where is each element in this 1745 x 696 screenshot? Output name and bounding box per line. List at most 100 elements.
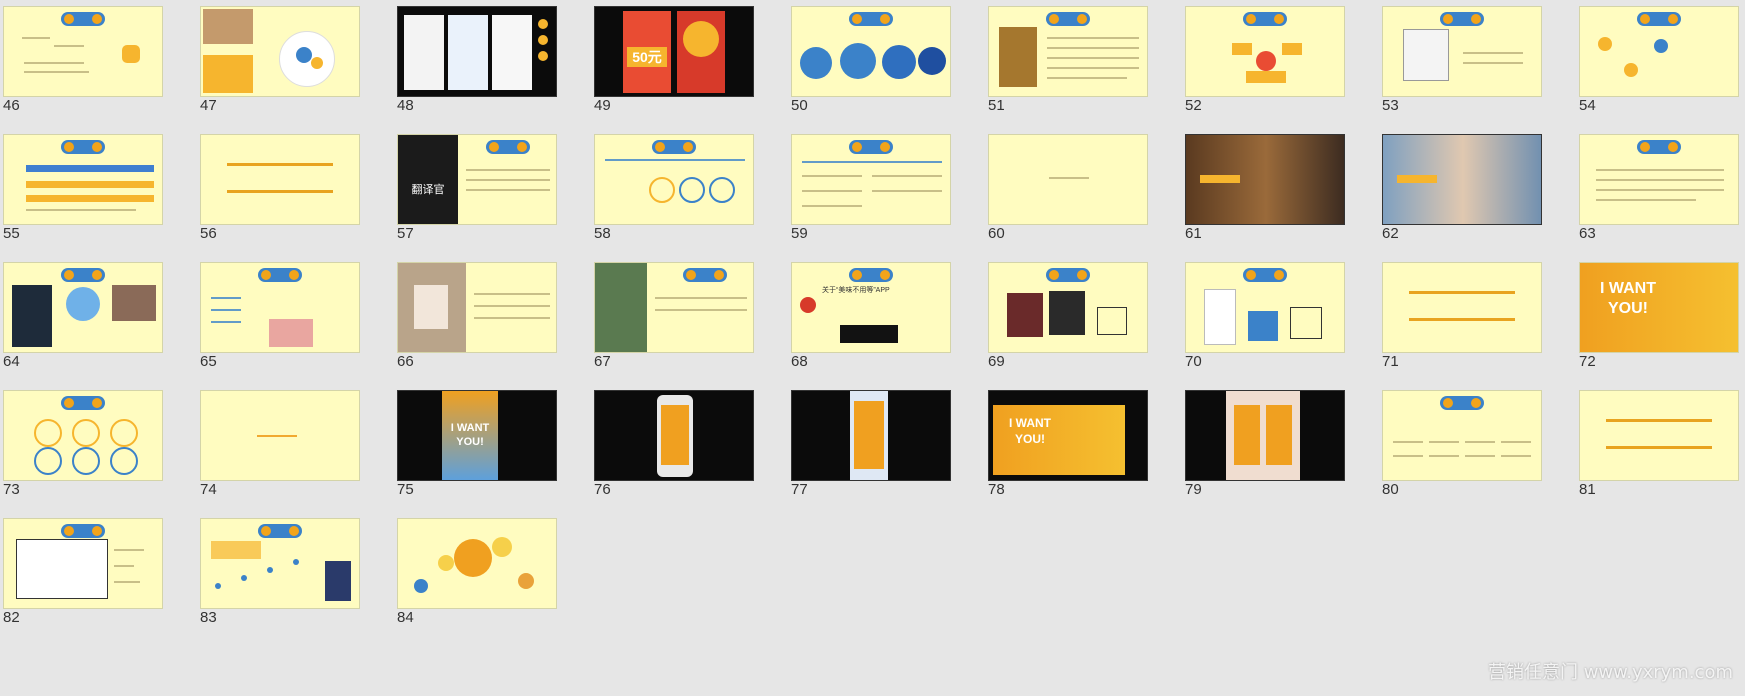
slide-thumbnail-60[interactable]: 60 [985,128,1148,242]
slide-number: 55 [3,225,20,242]
slide-thumbnail-50[interactable]: 50 [788,0,951,114]
slide-thumbnail-79[interactable]: 79 [1182,384,1345,498]
slide-sorter-grid: 46 47 48 50元 49 50 51 52 53 54 55 56 翻译官… [0,0,1745,696]
slide-thumbnail-52[interactable]: 52 [1182,0,1345,114]
slide-thumbnail-69[interactable]: 69 [985,256,1148,370]
slide-preview: I WANT YOU! [397,390,557,481]
slide-thumbnail-65[interactable]: 65 [197,256,360,370]
slide-thumbnail-75[interactable]: I WANT YOU! 75 [394,384,557,498]
slide-thumbnail-49[interactable]: 50元 49 [591,0,754,114]
slide-preview [988,262,1148,353]
slide-number: 73 [3,481,20,498]
slide-number: 49 [594,97,611,114]
slide-preview [1579,390,1739,481]
slide-preview [200,262,360,353]
slide-number: 50 [791,97,808,114]
watermark: 营销任意门 www.yxrym.com [1487,662,1733,683]
slide-number: 61 [1185,225,1202,242]
slide-number: 82 [3,609,20,626]
slide-thumbnail-47[interactable]: 47 [197,0,360,114]
slide-thumbnail-78[interactable]: I WANT YOU! 78 [985,384,1148,498]
slide-thumbnail-51[interactable]: 51 [985,0,1148,114]
slide-preview [200,134,360,225]
slide-number: 60 [988,225,1005,242]
slide-thumbnail-53[interactable]: 53 [1379,0,1542,114]
slide-number: 76 [594,481,611,498]
slide-thumbnail-84[interactable]: 84 [394,512,557,626]
slide-thumbnail-83[interactable]: 83 [197,512,360,626]
slide-preview [200,6,360,97]
slide-thumbnail-73[interactable]: 73 [0,384,163,498]
slide-number: 54 [1579,97,1596,114]
slide-number: 69 [988,353,1005,370]
slide-thumbnail-64[interactable]: 64 [0,256,163,370]
slide-number: 83 [200,609,217,626]
slide-thumbnail-54[interactable]: 54 [1576,0,1739,114]
slide-thumbnail-58[interactable]: 58 [591,128,754,242]
slide-thumbnail-55[interactable]: 55 [0,128,163,242]
slide-thumbnail-62[interactable]: 62 [1379,128,1542,242]
slide-thumbnail-66[interactable]: 66 [394,256,557,370]
slide-thumbnail-63[interactable]: 63 [1576,128,1739,242]
slide-preview [397,6,557,97]
slide-thumbnail-74[interactable]: 74 [197,384,360,498]
slide-preview [791,6,951,97]
slide-number: 62 [1382,225,1399,242]
slide-preview [988,6,1148,97]
slide-preview [791,134,951,225]
slide-preview [1382,390,1542,481]
slide-thumbnail-67[interactable]: 67 [591,256,754,370]
slide-thumbnail-46[interactable]: 46 [0,0,163,114]
slide-number: 70 [1185,353,1202,370]
slide-number: 81 [1579,481,1596,498]
slide-number: 65 [200,353,217,370]
slide-preview [594,134,754,225]
slide-thumbnail-76[interactable]: 76 [591,384,754,498]
slide-thumbnail-59[interactable]: 59 [788,128,951,242]
slide-number: 66 [397,353,414,370]
slide-preview [1579,134,1739,225]
slide-number: 74 [200,481,217,498]
slide-preview [3,6,163,97]
slide-thumbnail-70[interactable]: 70 [1182,256,1345,370]
slide-preview [1185,390,1345,481]
slide-thumbnail-61[interactable]: 61 [1182,128,1345,242]
slide-thumbnail-56[interactable]: 56 [197,128,360,242]
slide-thumbnail-72[interactable]: I WANT YOU! 72 [1576,256,1739,370]
slide-number: 46 [3,97,20,114]
slide-preview [397,262,557,353]
slide-number: 48 [397,97,414,114]
slide-number: 52 [1185,97,1202,114]
slide-preview [1185,262,1345,353]
slide-preview [1185,6,1345,97]
slide-number: 56 [200,225,217,242]
slide-preview [397,518,557,609]
slide-number: 63 [1579,225,1596,242]
slide-preview [1382,6,1542,97]
slide-preview [3,390,163,481]
slide-thumbnail-68[interactable]: 关于“美味不用等”APP 68 [788,256,951,370]
slide-thumbnail-48[interactable]: 48 [394,0,557,114]
slide-number: 53 [1382,97,1399,114]
slide-thumbnail-80[interactable]: 80 [1379,384,1542,498]
slide-number: 59 [791,225,808,242]
slide-number: 75 [397,481,414,498]
slide-thumbnail-81[interactable]: 81 [1576,384,1739,498]
slide-number: 71 [1382,353,1399,370]
slide-number: 77 [791,481,808,498]
slide-number: 47 [200,97,217,114]
slide-preview: 50元 [594,6,754,97]
slide-thumbnail-71[interactable]: 71 [1379,256,1542,370]
slide-number: 67 [594,353,611,370]
slide-thumbnail-82[interactable]: 82 [0,512,163,626]
slide-preview: I WANT YOU! [1579,262,1739,353]
slide-number: 72 [1579,353,1596,370]
slide-preview [200,518,360,609]
slide-preview [3,262,163,353]
slide-number: 79 [1185,481,1202,498]
slide-preview [200,390,360,481]
slide-thumbnail-57[interactable]: 翻译官 57 [394,128,557,242]
slide-thumbnail-77[interactable]: 77 [788,384,951,498]
slide-preview [3,518,163,609]
slide-number: 57 [397,225,414,242]
